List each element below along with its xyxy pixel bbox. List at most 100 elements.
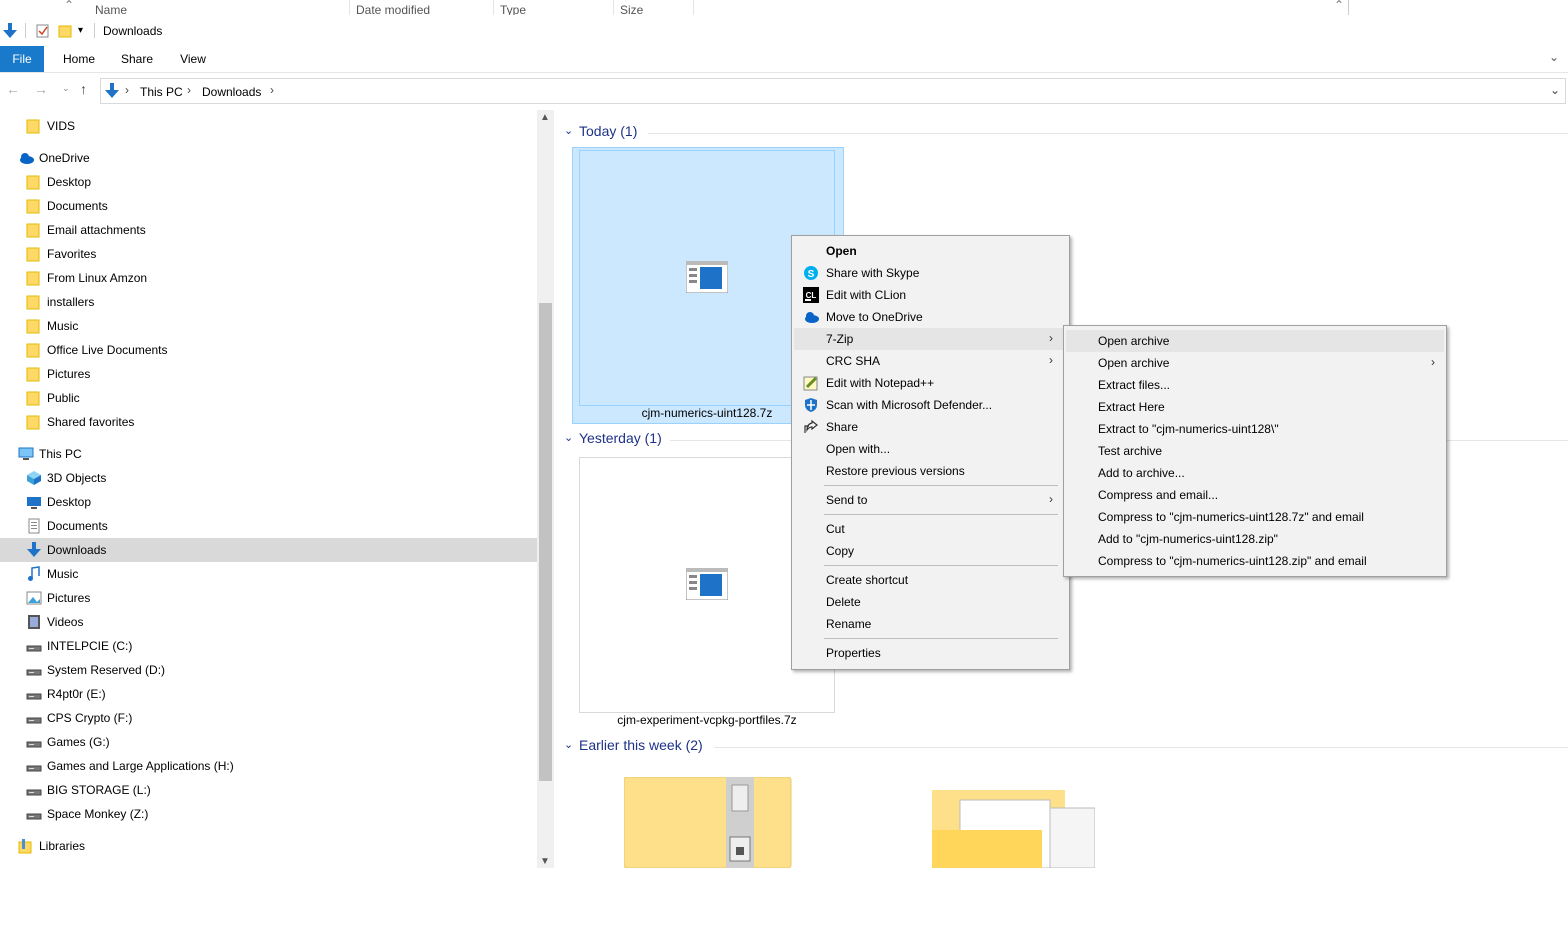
zip-folder-icon[interactable] (624, 777, 792, 868)
menu-item-share[interactable]: Share (794, 416, 1067, 438)
new-folder-icon[interactable] (58, 24, 72, 38)
menu-item-crc-sha[interactable]: CRC SHA › (794, 350, 1067, 372)
menu-item-scan-with-defender[interactable]: Scan with Microsoft Defender... (794, 394, 1067, 416)
nav-item-games-and-large-applications-h[interactable]: Games and Large Applications (H:) (0, 754, 537, 778)
submenu-item-extract-here[interactable]: Extract Here (1066, 396, 1444, 418)
nav-item-from-linux-amzon[interactable]: From Linux Amzon (0, 266, 537, 290)
group-header-earlier-this-week[interactable]: Earlier this week (2) (579, 737, 703, 753)
column-divider[interactable] (493, 0, 494, 15)
nav-item-shared-favorites[interactable]: Shared favorites (0, 410, 537, 434)
chevron-right-icon[interactable]: › (270, 83, 274, 97)
menu-item-move-to-onedrive[interactable]: Move to OneDrive (794, 306, 1067, 328)
recent-locations-icon[interactable]: ⌄ (62, 83, 70, 94)
file-name[interactable]: cjm-experiment-vcpkg-portfiles.7z (579, 713, 835, 727)
nav-item-games-g[interactable]: Games (G:) (0, 730, 537, 754)
scroll-up-icon[interactable]: ⌃ (64, 0, 74, 12)
nav-item-favorites[interactable]: Favorites (0, 242, 537, 266)
menu-item-delete[interactable]: Delete (794, 591, 1067, 613)
collapse-group-icon[interactable]: ⌄ (564, 431, 573, 444)
menu-item-edit-with-clion[interactable]: CL Edit with CLion (794, 284, 1067, 306)
collapse-group-icon[interactable]: ⌄ (564, 738, 573, 751)
submenu-item-open-archive[interactable]: Open archive (1066, 330, 1444, 352)
address-bar[interactable]: › This PC › Downloads › ⌄ (100, 78, 1566, 104)
column-divider[interactable] (693, 0, 694, 15)
nav-item-desktop[interactable]: Desktop (0, 170, 537, 194)
forward-icon[interactable]: → (34, 81, 48, 97)
menu-item-7-zip[interactable]: 7-Zip › (794, 328, 1067, 350)
tab-share[interactable]: Share (113, 46, 161, 72)
nav-item-label: Libraries (39, 839, 86, 853)
menu-item-open[interactable]: Open (794, 240, 1067, 262)
menu-item-copy[interactable]: Copy (794, 540, 1067, 562)
menu-item-open-with[interactable]: Open with... (794, 438, 1067, 460)
nav-item-pictures[interactable]: Pictures (0, 362, 537, 386)
column-divider[interactable] (349, 0, 350, 15)
submenu-item-extract-files[interactable]: Extract files... (1066, 374, 1444, 396)
folder-icon[interactable] (932, 790, 1095, 868)
tab-file[interactable]: File (0, 46, 44, 72)
window-title: Downloads (103, 24, 163, 38)
tab-home[interactable]: Home (55, 46, 103, 72)
nav-item-installers[interactable]: installers (0, 290, 537, 314)
nav-item-public[interactable]: Public (0, 386, 537, 410)
nav-item-videos[interactable]: Videos (0, 610, 537, 634)
submenu-item-extract-to[interactable]: Extract to "cjm-numerics-uint128\" (1066, 418, 1444, 440)
nav-item-libraries[interactable]: Libraries (0, 834, 537, 858)
up-icon[interactable]: ↑ (80, 81, 87, 97)
submenu-item-add-to-archive[interactable]: Add to archive... (1066, 462, 1444, 484)
group-header-today[interactable]: Today (1) (579, 123, 637, 139)
nav-item-vids[interactable]: VIDS (0, 114, 537, 138)
nav-item-documents[interactable]: Documents (0, 514, 537, 538)
drive-icon (26, 645, 42, 652)
scroll-up-icon[interactable]: ⌃ (1334, 0, 1344, 12)
nav-item-big-storage-l[interactable]: BIG STORAGE (L:) (0, 778, 537, 802)
scroll-up-icon[interactable]: ▲ (540, 112, 550, 123)
menu-item-cut[interactable]: Cut (794, 518, 1067, 540)
expand-ribbon-icon[interactable]: ⌄ (1549, 50, 1559, 64)
back-icon[interactable]: ← (6, 81, 20, 97)
nav-item-3d-objects[interactable]: 3D Objects (0, 466, 537, 490)
nav-item-music[interactable]: Music (0, 562, 537, 586)
breadcrumb-this-pc[interactable]: This PC (140, 85, 183, 99)
menu-item-create-shortcut[interactable]: Create shortcut (794, 569, 1067, 591)
chevron-right-icon[interactable]: › (125, 83, 129, 97)
nav-item-pictures[interactable]: Pictures (0, 586, 537, 610)
submenu-item-add-to-zip[interactable]: Add to "cjm-numerics-uint128.zip" (1066, 528, 1444, 550)
collapse-group-icon[interactable]: ⌄ (564, 124, 573, 137)
chevron-down-icon[interactable]: ⌄ (1550, 83, 1560, 97)
nav-item-downloads[interactable]: Downloads (0, 538, 537, 562)
menu-item-rename[interactable]: Rename (794, 613, 1067, 635)
tab-view[interactable]: View (170, 46, 216, 72)
menu-item-restore-previous-versions[interactable]: Restore previous versions (794, 460, 1067, 482)
scroll-down-icon[interactable]: ▼ (540, 856, 550, 867)
nav-item-email-attachments[interactable]: Email attachments (0, 218, 537, 242)
submenu-item-compress-7z-email[interactable]: Compress to "cjm-numerics-uint128.7z" an… (1066, 506, 1444, 528)
menu-item-edit-with-notepad[interactable]: Edit with Notepad++ (794, 372, 1067, 394)
submenu-item-open-archive-more[interactable]: Open archive › (1066, 352, 1444, 374)
nav-item-documents[interactable]: Documents (0, 194, 537, 218)
submenu-item-test-archive[interactable]: Test archive (1066, 440, 1444, 462)
nav-item-office-live-documents[interactable]: Office Live Documents (0, 338, 537, 362)
nav-item-onedrive[interactable]: OneDrive (0, 146, 537, 170)
menu-item-share-with-skype[interactable]: S Share with Skype (794, 262, 1067, 284)
customize-toolbar-icon[interactable]: ▾ (78, 25, 83, 36)
nav-scrollbar-thumb[interactable] (539, 303, 552, 781)
nav-item-music[interactable]: Music (0, 314, 537, 338)
nav-item-this-pc[interactable]: This PC (0, 442, 537, 466)
chevron-right-icon[interactable]: › (187, 83, 191, 97)
column-divider[interactable] (613, 0, 614, 15)
nav-item-desktop[interactable]: Desktop (0, 490, 537, 514)
submenu-item-compress-and-email[interactable]: Compress and email... (1066, 484, 1444, 506)
nav-item-r4pt0r-e[interactable]: R4pt0r (E:) (0, 682, 537, 706)
group-header-yesterday[interactable]: Yesterday (1) (579, 430, 662, 446)
nav-item-space-monkey-z[interactable]: Space Monkey (Z:) (0, 802, 537, 826)
nav-item-system-reserved-d[interactable]: System Reserved (D:) (0, 658, 537, 682)
nav-item-cps-crypto-f[interactable]: CPS Crypto (F:) (0, 706, 537, 730)
menu-item-properties[interactable]: Properties (794, 642, 1067, 664)
menu-item-send-to[interactable]: Send to › (794, 489, 1067, 511)
nav-item-intelpcie-c[interactable]: INTELPCIE (C:) (0, 634, 537, 658)
breadcrumb-downloads[interactable]: Downloads (202, 85, 261, 99)
submenu-item-compress-zip-email[interactable]: Compress to "cjm-numerics-uint128.zip" a… (1066, 550, 1444, 572)
drive-icon (26, 789, 42, 796)
properties-icon[interactable] (36, 24, 50, 38)
